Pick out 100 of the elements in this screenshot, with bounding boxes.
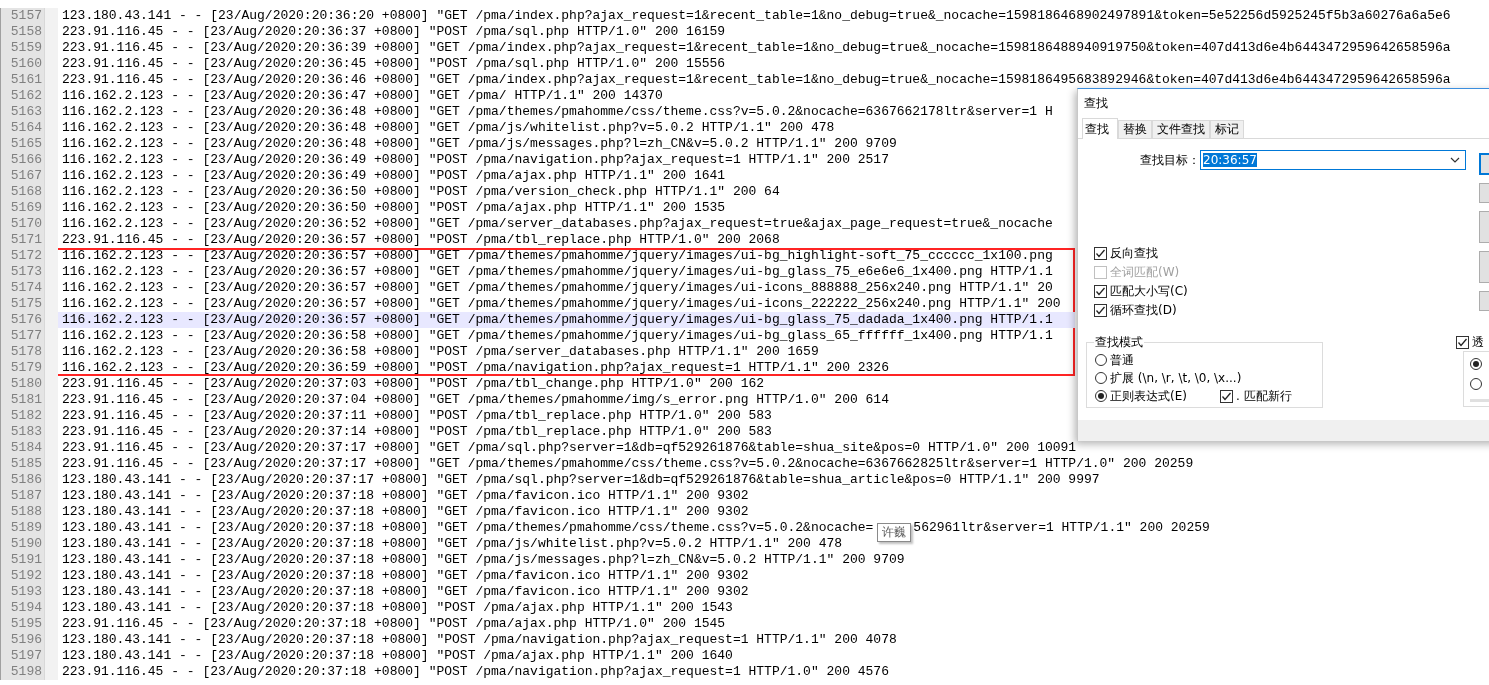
search-combo-box[interactable]: 20:36:57 <box>1200 150 1466 170</box>
checkbox[interactable] <box>1456 335 1469 349</box>
log-line: 116.162.2.123 - - [23/Aug/2020:20:36:50 +0800] "POST /pma/version_check.php HTTP/1.1" 200 64 <box>62 184 780 199</box>
fold-margin <box>44 8 58 24</box>
line-number: 5160 <box>0 56 44 72</box>
log-line: 116.162.2.123 - - [23/Aug/2020:20:36:58 +0800] "POST /pma/server_databases.php HTTP/1.1" 200 1659 <box>62 344 819 359</box>
log-line: 123.180.43.141 - - [23/Aug/2020:20:37:18 +0800] "GET /pma/favicon.ico HTTP/1.1" 200 9302 <box>62 584 749 599</box>
line-number: 5159 <box>0 40 44 56</box>
option-label: 透 <box>1472 333 1484 351</box>
tooltip: 许巍 <box>877 523 912 542</box>
line-number: 5167 <box>0 168 44 184</box>
line-number: 5194 <box>0 600 44 616</box>
tab[interactable]: 文件查找 <box>1152 120 1210 138</box>
line-number: 5187 <box>0 488 44 504</box>
log-line: 223.91.116.45 - - [23/Aug/2020:20:36:57 +0800] "POST /pma/tbl_replace.php HTTP/1.0" 200 2068 <box>62 232 780 247</box>
line-number: 5165 <box>0 136 44 152</box>
line-number: 5176 <box>0 312 44 328</box>
log-line: 116.162.2.123 - - [23/Aug/2020:20:36:59 +0800] "POST /pma/navigation.php?ajax_request=1 HTTP/1.1" 200 2326 <box>62 360 889 375</box>
line-number: 5188 <box>0 504 44 520</box>
log-line: 123.180.43.141 - - [23/Aug/2020:20:37:18 +0800] "POST /pma/ajax.php HTTP/1.1" 200 1543 <box>62 600 733 615</box>
dialog-title: 查找 <box>1084 95 1108 112</box>
log-line: 223.91.116.45 - - [23/Aug/2020:20:37:14 +0800] "POST /pma/tbl_replace.php HTTP/1.0" 200 583 <box>62 424 772 439</box>
field-label: 查找目标： <box>1139 151 1200 169</box>
checkbox[interactable] <box>1094 246 1107 260</box>
checkbox[interactable] <box>1094 303 1107 317</box>
log-line: 223.91.116.45 - - [23/Aug/2020:20:37:11 +0800] "POST /pma/tbl_replace.php HTTP/1.0" 200 583 <box>62 408 772 423</box>
log-line: 116.162.2.123 - - [23/Aug/2020:20:36:57 +0800] "GET /pma/themes/pmahomme/jquery/images/ui-icons_222222_256x240.png HTTP/1.1" 200 <box>62 296 1061 311</box>
option-label: 循环查找(D) <box>1110 301 1177 319</box>
log-line: 223.91.116.45 - - [23/Aug/2020:20:37:18 +0800] "POST /pma/navigation.php?ajax_request=1 HTTP/1.0" 200 4576 <box>62 664 889 679</box>
log-line: 116.162.2.123 - - [23/Aug/2020:20:36:49 +0800] "POST /pma/navigation.php?ajax_request=1 HTTP/1.1" 200 2517 <box>62 152 889 167</box>
log-line: 123.180.43.141 - - [23/Aug/2020:20:37:18 +0800] "GET /pma/js/messages.php?l=zh_CN&v=5.0.2 HTTP/1.1" 200 9709 <box>62 552 905 567</box>
log-line: 123.180.43.141 - - [23/Aug/2020:20:37:18 +0800] "POST /pma/ajax.php HTTP/1.1" 200 1640 <box>62 648 733 663</box>
log-line: 116.162.2.123 - - [23/Aug/2020:20:36:48 +0800] "GET /pma/js/whitelist.php?v=5.0.2 HTTP/1.1" 200 478 <box>62 120 835 135</box>
line-number: 5170 <box>0 216 44 232</box>
line-number: 5195 <box>0 616 44 632</box>
log-line: 223.91.116.45 - - [23/Aug/2020:20:37:04 +0800] "GET /pma/themes/pmahomme/img/s_error.png HTTP/1.0" 200 614 <box>62 392 889 407</box>
line-number: 5184 <box>0 440 44 456</box>
option-label: 正则表达式(E) <box>1110 387 1187 405</box>
log-line: 123.180.43.141 - - [23/Aug/2020:20:37:18 +0800] "GET /pma/js/whitelist.php?v=5.0.2 HTTP/1.1" 200 478 <box>62 536 843 551</box>
chevron-down-icon[interactable] <box>1450 157 1460 163</box>
tab[interactable]: 替换 <box>1118 120 1152 138</box>
radio-button[interactable] <box>1095 390 1107 402</box>
log-line: 123.180.43.141 - - [23/Aug/2020:20:36:20 +0800] "GET /pma/index.php?ajax_request=1&recent_table=1&no_debug=true&_nocache=1598186468902497891&token=5e52256d5925245f5b3a60276a6a5e6 <box>62 8 1451 23</box>
line-number: 5163 <box>0 104 44 120</box>
line-number: 5161 <box>0 72 44 88</box>
line-number: 5173 <box>0 264 44 280</box>
log-line: 123.180.43.141 - - [23/Aug/2020:20:37:18 +0800] "GET /pma/themes/pmahomme/css/theme.css?v=5.0.2&nocache= <box>62 520 874 535</box>
log-line: 123.180.43.141 - - [23/Aug/2020:20:37:18 +0800] "GET /pma/favicon.ico HTTP/1.1" 200 9302 <box>62 504 749 519</box>
log-line: 123.180.43.141 - - [23/Aug/2020:20:37:18 +0800] "GET /pma/favicon.ico HTTP/1.1" 200 9302 <box>62 568 749 583</box>
log-line: 123.180.43.141 - - [23/Aug/2020:20:37:18 +0800] "GET /pma/favicon.ico HTTP/1.1" 200 9302 <box>62 488 749 503</box>
line-number: 5172 <box>0 248 44 264</box>
line-number: 5182 <box>0 408 44 424</box>
option-label: 全词匹配(W) <box>1110 263 1180 281</box>
radio-button[interactable] <box>1095 354 1107 366</box>
log-line: 116.162.2.123 - - [23/Aug/2020:20:36:58 +0800] "GET /pma/themes/pmahomme/jquery/images/ui-bg_glass_65_ffffff_1x400.png HTTP/1.1 <box>62 328 1053 343</box>
line-number: 5180 <box>0 376 44 392</box>
radio-button[interactable] <box>1470 378 1482 390</box>
log-line: 116.162.2.123 - - [23/Aug/2020:20:36:57 +0800] "GET /pma/themes/pmahomme/jquery/images/ui-icons_888888_256x240.png HTTP/1.1" 20 <box>62 280 1053 295</box>
fold-margin <box>44 664 58 680</box>
log-line: 223.91.116.45 - - [23/Aug/2020:20:37:18 +0800] "POST /pma/ajax.php HTTP/1.0" 200 1545 <box>62 616 726 631</box>
option-label: 匹配大小写(C) <box>1110 282 1188 300</box>
line-number: 5185 <box>0 456 44 472</box>
line-number: 5162 <box>0 88 44 104</box>
tab[interactable]: 标记 <box>1210 120 1244 138</box>
line-number: 5189 <box>0 520 44 536</box>
line-number: 5181 <box>0 392 44 408</box>
log-line: 223.91.116.45 - - [23/Aug/2020:20:37:03 +0800] "POST /pma/tbl_change.php HTTP/1.0" 200 162 <box>62 376 765 391</box>
line-number: 5171 <box>0 232 44 248</box>
line-number: 5197 <box>0 648 44 664</box>
log-line: 116.162.2.123 - - [23/Aug/2020:20:36:49 +0800] "POST /pma/ajax.php HTTP/1.1" 200 1641 <box>62 168 726 183</box>
line-number: 5190 <box>0 536 44 552</box>
tab[interactable]: 查找 <box>1082 118 1118 139</box>
option-label: 扩展 (\n, \r, \t, \0, \x...) <box>1110 369 1242 387</box>
log-line: 116.162.2.123 - - [23/Aug/2020:20:36:50 +0800] "POST /pma/ajax.php HTTP/1.1" 200 1535 <box>62 200 726 215</box>
option-label: 反向查找 <box>1110 244 1158 262</box>
line-number: 5179 <box>0 360 44 376</box>
line-number: 5174 <box>0 280 44 296</box>
line-number: 5168 <box>0 184 44 200</box>
log-line: 116.162.2.123 - - [23/Aug/2020:20:36:48 +0800] "GET /pma/js/messages.php?l=zh_CN&v=5.0.2 HTTP/1.1" 200 9709 <box>62 136 897 151</box>
checkbox[interactable] <box>1094 284 1107 298</box>
log-line: 116.162.2.123 - - [23/Aug/2020:20:36:57 +0800] "GET /pma/themes/pmahomme/jquery/images/ui-bg_glass_75_dadada_1x400.png HTTP/1.1 <box>62 312 1053 327</box>
line-number: 5192 <box>0 568 44 584</box>
log-line: 116.162.2.123 - - [23/Aug/2020:20:36:48 +0800] "GET /pma/themes/pmahomme/css/theme.css?v=5.0.2&nocache=6367662178ltr&server=1 H <box>62 104 1053 119</box>
log-line: 116.162.2.123 - - [23/Aug/2020:20:36:52 +0800] "GET /pma/server_databases.php?ajax_request=true&ajax_page_request=true&_nocache <box>62 216 1053 231</box>
line-number: 5196 <box>0 632 44 648</box>
log-line: 223.91.116.45 - - [23/Aug/2020:20:36:39 +0800] "GET /pma/index.php?ajax_request=1&recent_table=1&no_debug=true&_nocache=1598186488940919750&token=407d413d6e4b6443472959642658596a <box>62 40 1451 55</box>
log-line: 116.162.2.123 - - [23/Aug/2020:20:36:57 +0800] "GET /pma/themes/pmahomme/jquery/images/ui-bg_glass_75_e6e6e6_1x400.png HTTP/1.1 <box>62 264 1053 279</box>
log-line: 116.162.2.123 - - [23/Aug/2020:20:36:47 +0800] "GET /pma/ HTTP/1.1" 200 14370 <box>62 88 663 103</box>
checkbox[interactable] <box>1219 389 1233 403</box>
radio-button[interactable] <box>1470 358 1482 370</box>
line-number: 5186 <box>0 472 44 488</box>
line-number: 5157 <box>0 8 44 24</box>
line-number: 5166 <box>0 152 44 168</box>
line-number: 5191 <box>0 552 44 568</box>
log-line: 223.91.116.45 - - [23/Aug/2020:20:36:46 +0800] "GET /pma/index.php?ajax_request=1&recent_table=1&no_debug=true&_nocache=1598186495683892946&token=407d413d6e4b6443472959642658596a <box>62 72 1451 87</box>
line-number: 5164 <box>0 120 44 136</box>
option-label: 普通 <box>1110 351 1134 369</box>
radio-button[interactable] <box>1095 372 1107 384</box>
log-line: 223.91.116.45 - - [23/Aug/2020:20:36:37 +0800] "POST /pma/sql.php HTTP/1.0" 200 16159 <box>62 24 726 39</box>
line-number: 5178 <box>0 344 44 360</box>
